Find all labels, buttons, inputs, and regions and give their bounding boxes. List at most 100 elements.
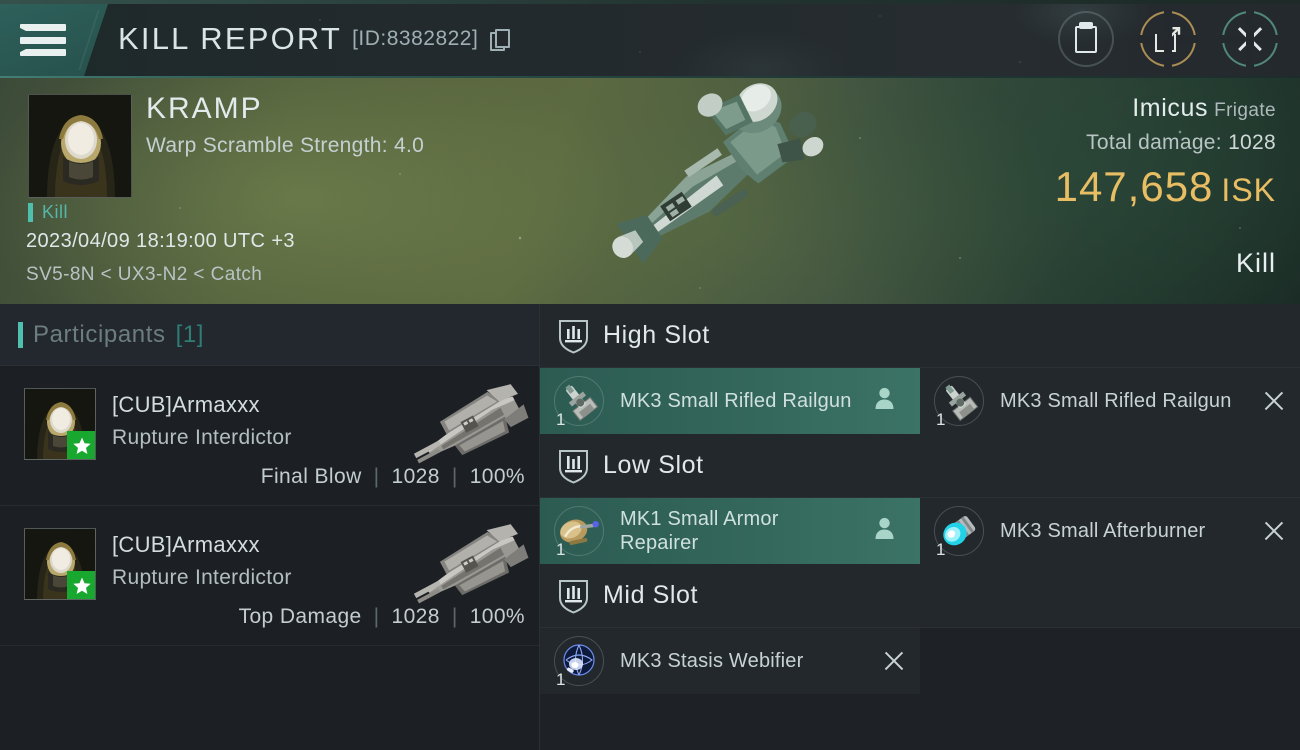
participant-avatar[interactable] (24, 528, 96, 600)
participant-role: Final Blow (260, 465, 362, 488)
page-title-text: KILL REPORT (118, 21, 343, 56)
armor-repairer-module-icon: 1 (552, 504, 606, 559)
participant-name: [CUB]Armaxxx (112, 392, 260, 417)
participant-row-1[interactable]: [CUB]Armaxxx Rupture Interdictor Top Dam… (0, 506, 539, 646)
participant-row-0[interactable]: [CUB]Armaxxx Rupture Interdictor Final B… (0, 366, 539, 506)
participant-damage: 1028 (391, 465, 440, 488)
kill-location: SV5-8N < UX3-N2 < Catch (26, 264, 263, 285)
participant-name: [CUB]Armaxxx (112, 532, 260, 557)
slot-row-mid: 1 MK3 Stasis Webifier (540, 628, 1300, 694)
total-damage-label: Total damage: (1086, 131, 1222, 154)
module-item-low-1[interactable]: 1 MK3 Small Afterburner (920, 498, 1300, 564)
slot-header-mid: Mid Slot (540, 564, 1300, 628)
star-glyph (73, 437, 91, 454)
isk-unit: ISK (1221, 172, 1276, 208)
module-name: MK3 Stasis Webifier (620, 649, 804, 672)
result-tag: Kill (28, 202, 68, 223)
share-button[interactable] (1138, 9, 1198, 69)
slot-header-high: High Slot (540, 304, 1300, 368)
person-glyph (875, 517, 894, 539)
victim-ship-name: Imicus (1132, 94, 1209, 122)
person-icon (875, 517, 894, 545)
module-name: MK3 Small Afterburner (1000, 519, 1206, 542)
slot-title-high: High Slot (603, 321, 710, 349)
result-accent-bar (28, 203, 33, 222)
victim-avatar[interactable] (28, 94, 132, 198)
victim-ship-line: Imicus Frigate (1055, 94, 1276, 123)
module-item-low-0[interactable]: 1 MK1 Small Armor Repairer (540, 498, 920, 564)
victim-warp-scramble: Warp Scramble Strength: 4.0 (146, 134, 425, 157)
result-label: Kill (1235, 248, 1276, 278)
person-icon (875, 387, 894, 415)
report-id-text: [ID:8382822] (352, 27, 479, 50)
participants-accent-bar (18, 321, 23, 348)
module-quantity: 1 (556, 670, 566, 689)
afterburner-module-icon: 1 (932, 504, 986, 559)
slot-header-low: Low Slot (540, 434, 1300, 498)
slot-title-mid: Mid Slot (603, 581, 699, 609)
victim-stats: Imicus Frigate Total damage: 1028 147,658… (1055, 94, 1276, 211)
clipboard-icon (1075, 21, 1097, 53)
participant-ship: Rupture Interdictor (112, 426, 292, 449)
kill-report-screen: KILL REPORT [ID:8382822] KRAMP Warp Scra… (0, 0, 1300, 750)
stat-separator: | (451, 605, 458, 628)
module-quantity: 1 (556, 540, 566, 559)
victim-ship-class: Frigate (1214, 100, 1276, 121)
module-quantity: 1 (936, 540, 946, 559)
isk-value: 147,658 (1054, 163, 1214, 210)
participants-panel: Participants [1] [CUB]Armaxxx Rupture In… (0, 304, 540, 750)
module-name: MK1 Small Armor Repairer (620, 507, 779, 554)
low-slot-shield-icon (559, 449, 588, 484)
close-x-icon (1235, 24, 1265, 54)
participant-stats: Final Blow | 1028 | 100% (261, 465, 525, 489)
railgun-module-icon: 1 (932, 374, 986, 429)
person-glyph (875, 387, 894, 409)
star-glyph (73, 577, 91, 594)
capsuleer-portrait (29, 95, 131, 197)
isk-value-line: 147,658 ISK (1055, 163, 1276, 211)
railgun-module-icon: 1 (552, 374, 606, 429)
participant-stats: Top Damage | 1028 | 100% (239, 605, 525, 629)
kill-timestamp: 2023/04/09 18:19:00 UTC +3 (26, 230, 295, 252)
copy-icon[interactable] (490, 29, 511, 51)
top-bar: KILL REPORT [ID:8382822] (0, 0, 1300, 78)
module-item-high-0[interactable]: 1 MK3 Small Rifled Railgun (540, 368, 920, 434)
page-title: KILL REPORT [ID:8382822] (118, 0, 511, 78)
module-item-mid-empty (920, 628, 1300, 694)
stat-separator: | (373, 465, 380, 488)
participants-header: Participants [1] (0, 304, 539, 366)
slot-row-low: 1 MK1 Small Armor Repairer 1 MK3 Small A… (540, 498, 1300, 564)
participant-avatar[interactable] (24, 388, 96, 460)
stat-separator: | (373, 605, 380, 628)
imicus-frigate-render (612, 83, 824, 264)
participants-title: Participants (33, 320, 166, 348)
rupture-cruiser-thumbnail (413, 524, 529, 604)
victim-name: KRAMP (146, 92, 263, 125)
stasis-webifier-module-icon: 1 (552, 634, 606, 689)
clipboard-button[interactable] (1058, 11, 1114, 67)
mid-slot-shield-icon (559, 579, 588, 614)
slot-title-low: Low Slot (603, 451, 704, 479)
total-damage-line: Total damage: 1028 (1055, 131, 1276, 155)
participant-ship: Rupture Interdictor (112, 566, 292, 589)
rupture-cruiser-thumbnail (413, 384, 529, 464)
slot-row-high: 1 MK3 Small Rifled Railgun 1 MK3 Small R… (540, 368, 1300, 434)
participant-percent: 100% (469, 605, 525, 628)
total-damage-value: 1028 (1228, 131, 1276, 154)
participants-count: [1] (175, 320, 205, 348)
stat-separator: | (451, 465, 458, 488)
module-item-high-1[interactable]: 1 MK3 Small Rifled Railgun (920, 368, 1300, 434)
top-bar-actions (1058, 0, 1280, 78)
close-button[interactable] (1220, 9, 1280, 69)
victim-banner: KRAMP Warp Scramble Strength: 4.0 Kill 2… (0, 78, 1300, 304)
participant-percent: 100% (469, 465, 525, 488)
module-item-mid-0[interactable]: 1 MK3 Stasis Webifier (540, 628, 920, 694)
share-external-link-icon (1155, 26, 1181, 52)
result-tag-text: Kill (42, 202, 69, 222)
high-slot-shield-icon (559, 319, 588, 354)
participant-damage: 1028 (391, 605, 440, 628)
fitting-slots-panel: High Slot 1 MK3 Small Rifled Railgun 1 M… (540, 304, 1300, 750)
hamburger-menu-button[interactable] (0, 4, 108, 76)
module-quantity: 1 (556, 410, 566, 429)
hamburger-menu-icon (20, 24, 66, 56)
